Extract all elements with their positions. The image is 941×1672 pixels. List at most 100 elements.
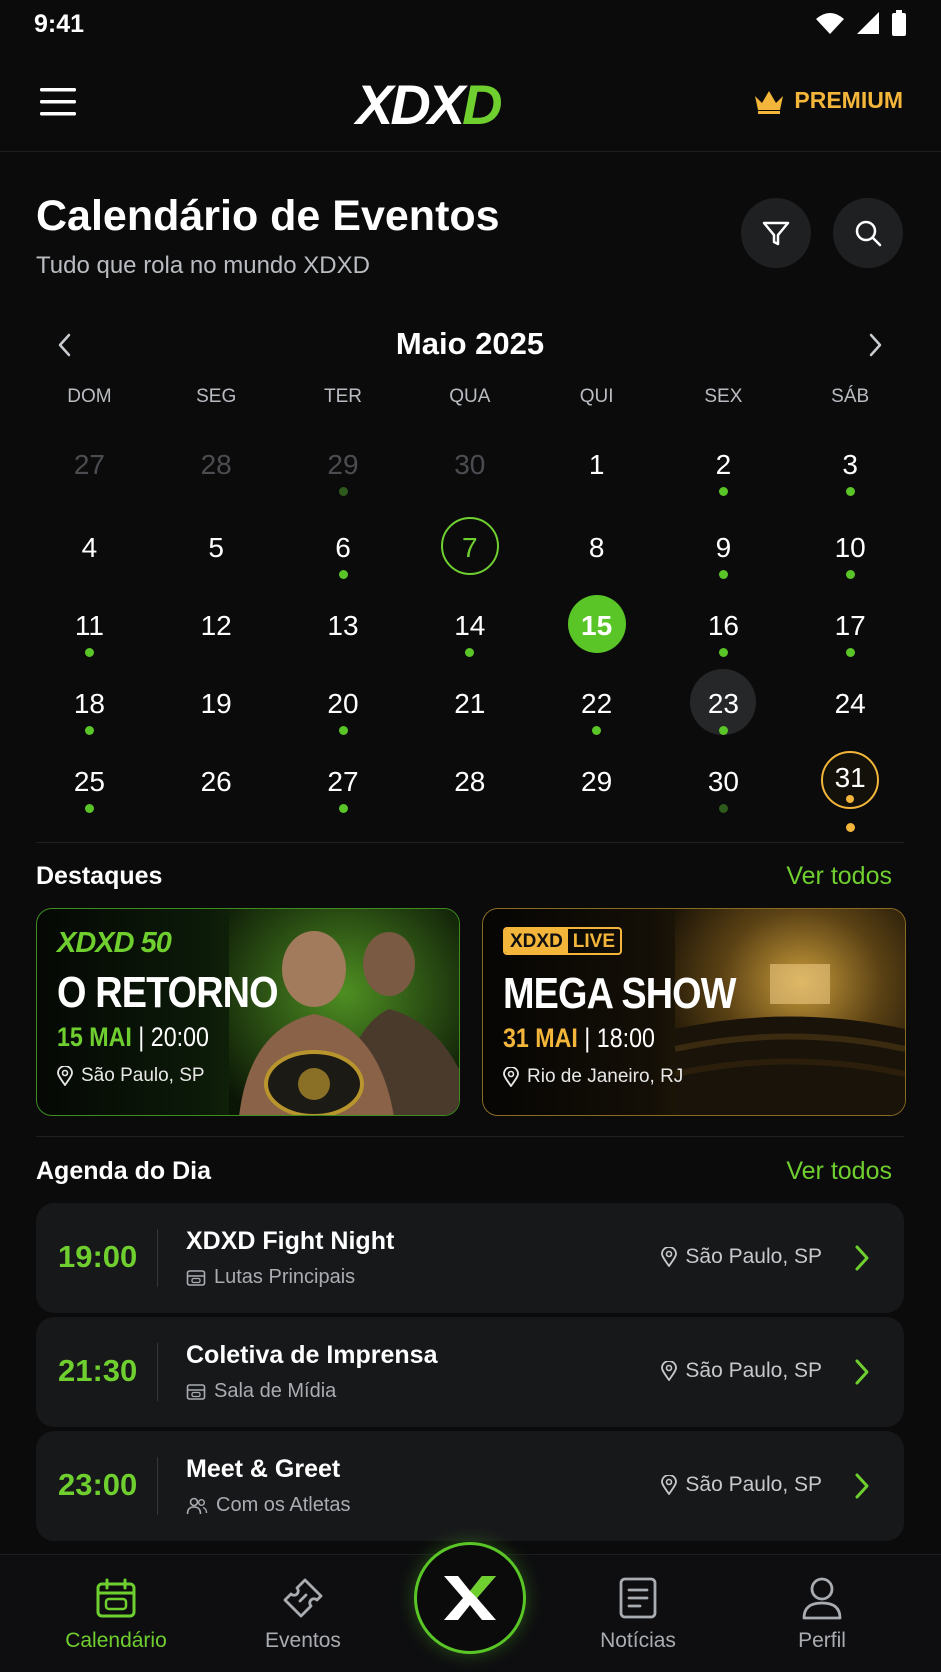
calendar-day[interactable]: 28 [153, 428, 280, 498]
day-number: 19 [200, 688, 232, 719]
calendar-day[interactable]: 23 [660, 667, 787, 737]
calendar-day[interactable]: 6 [280, 511, 407, 581]
highlight-card-retorno[interactable]: XDXD 50 O RETORNO 15 MAI | 20:00 São Pau… [36, 908, 460, 1116]
calendar-day[interactable]: 27 [280, 745, 407, 815]
calendar-day[interactable]: 25 [26, 745, 153, 815]
calendar-day[interactable]: 27 [26, 428, 153, 498]
calendar-day[interactable]: 30 [406, 428, 533, 498]
calendar-day[interactable]: 1 [533, 428, 660, 498]
calendar-day[interactable]: 22 [533, 667, 660, 737]
calendar-day[interactable]: 21 [406, 667, 533, 737]
event-dot [592, 726, 602, 735]
calendar-day[interactable]: 5 [153, 511, 280, 581]
agenda-event-sub: Lutas Principais [186, 1266, 355, 1289]
status-bar: 9:41 [0, 0, 941, 50]
status-icons [815, 10, 907, 36]
calendar-day[interactable]: 30 [660, 745, 787, 815]
day-number: 1 [588, 449, 605, 480]
crown-icon [755, 90, 784, 114]
day-number: 8 [588, 532, 605, 563]
calendar-day[interactable]: 8 [533, 511, 660, 581]
special-event-dot [845, 823, 855, 832]
location-pin-icon [503, 1067, 519, 1087]
agenda-location-label: São Paulo, SP [685, 1473, 822, 1496]
calendar-icon [96, 1578, 136, 1618]
filter-button[interactable] [741, 198, 811, 268]
day-number: 16 [707, 610, 739, 641]
calendar-day[interactable]: 29 [533, 745, 660, 815]
app-logo[interactable]: XDXD [356, 72, 503, 136]
agenda-row[interactable]: 23:00 Meet & Greet Com os Atletas São Paulo… [36, 1431, 904, 1541]
agenda-separator [157, 1229, 158, 1287]
day-number: 5 [208, 532, 224, 563]
day-number: 18 [73, 688, 105, 719]
calendar-day[interactable]: 29 [280, 428, 407, 498]
calendar-day[interactable]: 15 [533, 589, 660, 659]
nav-center-home-button[interactable] [414, 1542, 526, 1654]
calendar-day[interactable]: 19 [153, 667, 280, 737]
calendar-day[interactable]: 17 [787, 589, 914, 659]
day-number: 30 [454, 449, 486, 480]
calendar-day[interactable]: 10 [787, 511, 914, 581]
divider [36, 1136, 904, 1137]
weekday-label: SEG [196, 386, 237, 407]
highlights-see-all-link[interactable]: Ver todos [786, 862, 892, 891]
calendar-day[interactable]: 31 [787, 745, 914, 832]
calendar-day[interactable]: 9 [660, 511, 787, 581]
day-number: 25 [73, 766, 105, 797]
nav-label: Eventos [265, 1629, 341, 1652]
agenda-location: São Paulo, SP [661, 1245, 822, 1269]
calendar-day[interactable]: 2 [660, 428, 787, 498]
calendar-day[interactable]: 18 [26, 667, 153, 737]
card-location-label: São Paulo, SP [81, 1065, 205, 1086]
weekday-label: SEX [704, 386, 743, 407]
event-dot [718, 487, 728, 496]
calendar-day[interactable]: 3 [787, 428, 914, 498]
nav-item-news[interactable]: Notícias [563, 1575, 713, 1653]
highlight-card-mega-show[interactable]: XDXD LIVE MEGA SHOW 31 MAI | 18:00 Rio de… [482, 908, 906, 1116]
next-month-button[interactable] [858, 328, 892, 362]
event-dot [718, 648, 728, 657]
calendar-day[interactable]: 11 [26, 589, 153, 659]
calendar-day[interactable]: 28 [406, 745, 533, 815]
agenda-open-button[interactable] [852, 1471, 872, 1506]
nav-item-profile[interactable]: Perfil [747, 1575, 897, 1653]
premium-button[interactable]: PREMIUM [752, 87, 903, 114]
card-location: Rio de Janeiro, RJ [503, 1066, 773, 1088]
ticket-icon [186, 1269, 206, 1286]
card-date: 15 MAI [57, 1022, 132, 1052]
card-datetime: 31 MAI | 18:00 [503, 1023, 736, 1054]
chevron-right-icon [869, 333, 882, 357]
calendar-day[interactable]: 24 [787, 667, 914, 737]
search-button[interactable] [833, 198, 903, 268]
calendar-day[interactable]: 4 [26, 511, 153, 581]
calendar-day[interactable]: 20 [280, 667, 407, 737]
nav-item-events[interactable]: Eventos [228, 1575, 378, 1653]
calendar-day[interactable]: 7 [406, 511, 533, 581]
menu-button[interactable] [38, 85, 78, 119]
agenda-see-all-link[interactable]: Ver todos [786, 1157, 892, 1186]
page-subtitle: Tudo que rola no mundo XDXD [36, 252, 370, 279]
card-date: 31 MAI [503, 1023, 578, 1053]
card-separator: | [131, 1022, 151, 1052]
calendar-nav: Maio 2025 [36, 318, 904, 372]
calendar-day[interactable]: 12 [153, 589, 280, 659]
day-number: 29 [581, 766, 613, 797]
nav-item-calendar[interactable]: Calendário [41, 1575, 191, 1653]
badge-brand: XDXD [505, 929, 568, 953]
calendar-day[interactable]: 14 [406, 589, 533, 659]
card-title: MEGA SHOW [503, 969, 736, 1018]
calendar-day[interactable]: 26 [153, 745, 280, 815]
agenda-row[interactable]: 21:30 Coletiva de Imprensa Sala de Mídia Sã… [36, 1317, 904, 1427]
agenda-open-button[interactable] [852, 1243, 872, 1278]
app-header: XDXD PREMIUM [0, 52, 941, 152]
calendar-day[interactable]: 16 [660, 589, 787, 659]
day-number: 17 [834, 610, 866, 641]
agenda-separator [157, 1343, 158, 1401]
ticket-icon [186, 1383, 206, 1400]
agenda-open-button[interactable] [852, 1357, 872, 1392]
agenda-event-sub: Sala de Mídia [186, 1380, 336, 1403]
battery-icon [892, 10, 906, 36]
calendar-day[interactable]: 13 [280, 589, 407, 659]
agenda-row[interactable]: 19:00 XDXD Fight Night Lutas Principais São… [36, 1203, 904, 1313]
